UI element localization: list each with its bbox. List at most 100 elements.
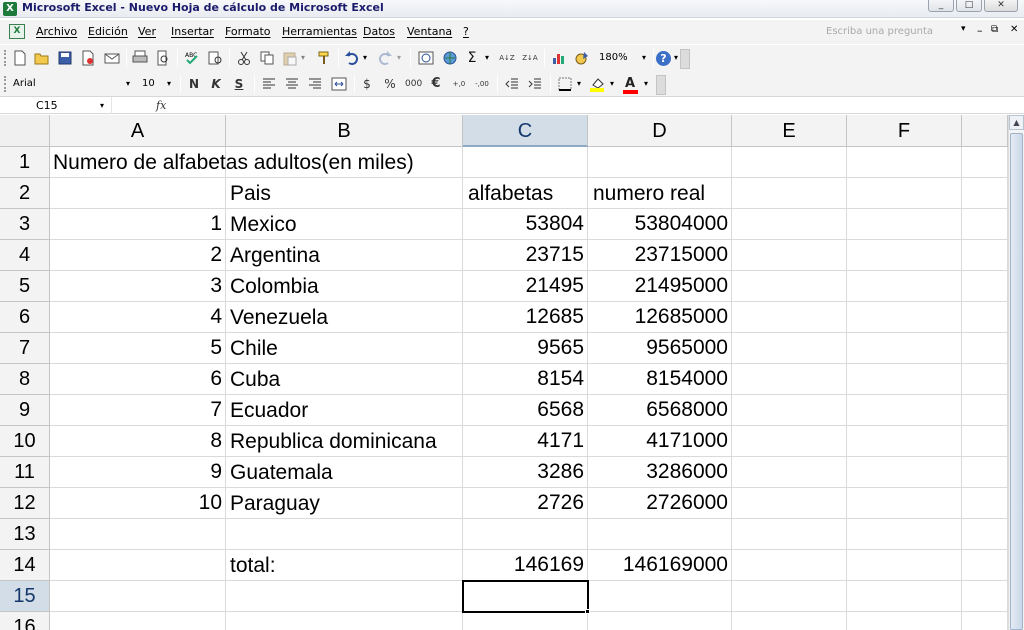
increase-decimal-button[interactable]: +,0 [450,76,468,92]
print-icon[interactable] [132,50,148,66]
undo-icon[interactable] [344,50,360,66]
grid-cell[interactable] [588,147,732,178]
ask-question-input[interactable]: Escriba una pregunta [826,24,958,40]
fx-icon[interactable]: fx [156,97,166,114]
grid-cell[interactable] [226,612,463,630]
row-number-cell[interactable]: 6 [50,364,226,395]
merge-center-icon[interactable] [331,76,347,92]
row-number-cell[interactable]: 1 [50,209,226,240]
print-preview-icon[interactable] [155,50,171,66]
grid-cell[interactable] [463,612,588,630]
font-name-dropdown-icon[interactable]: ▾ [126,76,130,92]
grid-cell[interactable] [962,395,1008,426]
grid-cell[interactable] [962,178,1008,209]
numero-real-cell[interactable]: 21495000 [588,271,732,302]
row-header-16[interactable]: 16 [0,612,50,630]
fill-handle[interactable] [585,609,590,614]
grid-cell[interactable] [732,426,847,457]
grid-cell[interactable] [732,581,847,612]
country-cell[interactable]: Ecuador [230,396,463,426]
drawing-icon[interactable] [574,50,590,66]
font-color-dropdown-icon[interactable]: ▾ [644,76,648,92]
column-header-e[interactable]: E [732,115,847,147]
grid-cell[interactable] [50,519,226,550]
paste-icon[interactable] [282,50,298,66]
column-header-c[interactable]: C [463,115,588,147]
help-dropdown-icon[interactable]: ▾ [674,50,678,66]
row-header-10[interactable]: 10 [0,426,50,457]
column-header-d[interactable]: D [588,115,732,147]
grid-cell[interactable] [732,488,847,519]
grid-cell[interactable] [962,426,1008,457]
menu-archivo[interactable]: Archivo [36,25,77,38]
borders-icon[interactable] [557,76,573,92]
total-numero-real[interactable]: 146169000 [588,550,732,581]
grid-cell[interactable] [847,240,962,271]
country-cell[interactable]: Mexico [230,210,463,240]
minimize-button[interactable]: _ [928,0,954,12]
euro-button[interactable]: € [428,76,444,92]
globe-icon[interactable] [442,50,458,66]
row-header-8[interactable]: 8 [0,364,50,395]
grid-cell[interactable] [732,302,847,333]
maximize-button[interactable]: □ [956,0,982,12]
align-center-icon[interactable] [284,76,300,92]
grid-cell[interactable] [847,364,962,395]
row-header-3[interactable]: 3 [0,209,50,240]
grid-cell[interactable] [463,147,588,178]
new-icon[interactable] [12,50,28,66]
fill-color-dropdown-icon[interactable]: ▾ [610,76,614,92]
row-header-13[interactable]: 13 [0,519,50,550]
decrease-decimal-button[interactable]: -,00 [473,76,491,92]
grid-cell[interactable] [50,581,226,612]
country-cell[interactable]: Venezuela [230,303,463,333]
header-numero-real[interactable]: numero real [593,179,705,209]
row-number-cell[interactable]: 3 [50,271,226,302]
column-header-b[interactable]: B [226,115,463,147]
name-box-dropdown-icon[interactable]: ▾ [100,97,104,114]
research-icon[interactable] [207,50,223,66]
grid-cell[interactable] [732,271,847,302]
grid-cell[interactable] [732,550,847,581]
grid-cell[interactable] [962,612,1008,630]
undo-dropdown-icon[interactable]: ▾ [363,50,367,66]
doc-close-button[interactable]: ✕ [1010,24,1018,35]
grid-cell[interactable] [732,395,847,426]
grid-cell[interactable] [732,333,847,364]
grid-cell[interactable] [962,581,1008,612]
grid-cell[interactable] [847,302,962,333]
row-header-6[interactable]: 6 [0,302,50,333]
grid-cell[interactable] [847,612,962,630]
autosum-dropdown-icon[interactable]: ▾ [485,50,489,66]
row-number-cell[interactable]: 2 [50,240,226,271]
country-cell[interactable]: Paraguay [230,489,463,519]
menu-datos[interactable]: Datos [363,25,395,38]
grid-cell[interactable] [847,147,962,178]
alfabetas-cell[interactable]: 9565 [463,333,588,364]
grid-cell[interactable] [847,333,962,364]
numero-real-cell[interactable]: 6568000 [588,395,732,426]
grid-cell[interactable] [50,612,226,630]
country-cell[interactable]: Colombia [230,272,463,302]
row-number-cell[interactable]: 5 [50,333,226,364]
grid-cell[interactable] [962,271,1008,302]
underline-button[interactable]: S [231,76,247,92]
borders-dropdown-icon[interactable]: ▾ [577,76,581,92]
fill-color-icon[interactable] [589,76,605,92]
alfabetas-cell[interactable]: 23715 [463,240,588,271]
currency-button[interactable]: $ [359,76,375,92]
align-left-icon[interactable] [261,76,277,92]
sort-descending-icon[interactable]: Z↓A [521,50,539,66]
email-icon[interactable] [104,50,120,66]
menu-insertar[interactable]: Insertar [171,25,214,38]
help-icon[interactable]: ? [656,51,671,66]
grid-cell[interactable] [588,519,732,550]
spelling-icon[interactable]: ABC [184,50,200,66]
grid-cell[interactable] [588,581,732,612]
decrease-indent-icon[interactable] [504,76,520,92]
numero-real-cell[interactable]: 3286000 [588,457,732,488]
grid-cell[interactable] [847,519,962,550]
grid-cell[interactable] [50,178,226,209]
grid-cell[interactable] [50,550,226,581]
grid-cell[interactable] [226,581,463,612]
